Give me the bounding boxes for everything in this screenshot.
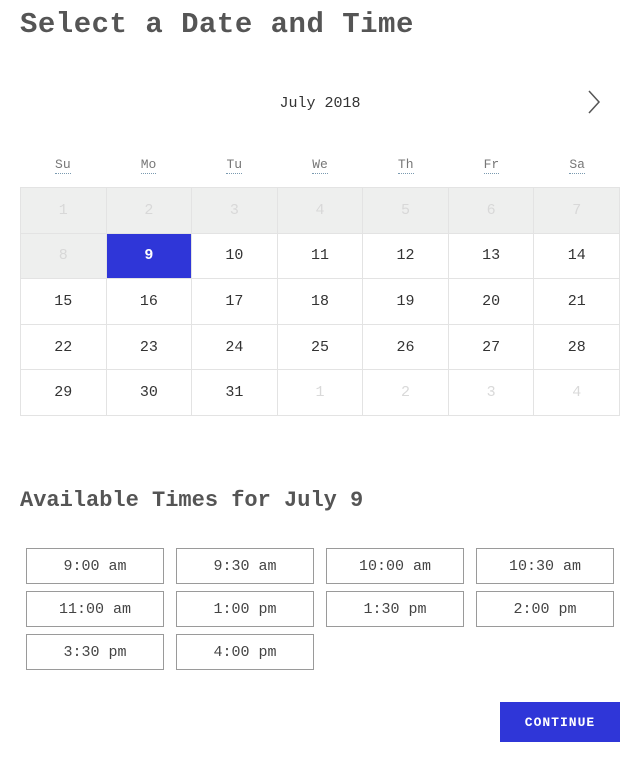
day-cell: 3 xyxy=(192,188,278,234)
day-cell[interactable]: 29 xyxy=(21,370,107,416)
time-slot-button[interactable]: 3:30 pm xyxy=(26,634,164,670)
day-cell: 1 xyxy=(277,370,364,416)
time-slot-button[interactable]: 9:00 am xyxy=(26,548,164,584)
day-cell: 5 xyxy=(363,188,449,234)
day-cell: 1 xyxy=(21,188,107,234)
time-slot-button[interactable]: 1:00 pm xyxy=(176,591,314,627)
time-slot-button[interactable]: 2:00 pm xyxy=(476,591,614,627)
weekday-text: Mo xyxy=(140,157,157,174)
day-cell[interactable]: 16 xyxy=(106,279,193,325)
day-cell[interactable]: 26 xyxy=(363,324,449,371)
day-cell[interactable]: 20 xyxy=(448,279,535,325)
day-cell[interactable]: 24 xyxy=(192,324,278,371)
weekday-text: We xyxy=(312,157,328,174)
day-cell[interactable]: 21 xyxy=(534,279,620,325)
day-cell: 2 xyxy=(106,188,193,234)
next-month-button[interactable] xyxy=(582,88,606,116)
time-slot-button[interactable]: 10:30 am xyxy=(476,548,614,584)
day-cell[interactable]: 17 xyxy=(192,279,278,325)
time-slot-button[interactable]: 11:00 am xyxy=(26,591,164,627)
time-slot-grid: 9:00 am 9:30 am 10:00 am 10:30 am 11:00 am 1:… xyxy=(26,548,614,670)
weekday-text: Tu xyxy=(226,157,243,174)
day-cell: 3 xyxy=(448,370,535,416)
time-slot-button[interactable]: 9:30 am xyxy=(176,548,314,584)
day-cell[interactable]: 23 xyxy=(106,324,193,371)
day-cell[interactable]: 14 xyxy=(534,233,620,280)
month-label: July 2018 xyxy=(279,95,361,112)
weekday-text: Fr xyxy=(483,157,500,174)
day-cell: 7 xyxy=(534,188,620,234)
time-slot-button[interactable]: 10:00 am xyxy=(326,548,464,584)
day-cell: 4 xyxy=(277,188,364,234)
weekday-label: We xyxy=(277,157,363,174)
day-cell[interactable]: 25 xyxy=(277,324,364,371)
weekday-text: Sa xyxy=(569,157,585,174)
day-cell: 2 xyxy=(363,370,449,416)
time-slot-button[interactable]: 4:00 pm xyxy=(176,634,314,670)
day-cell[interactable]: 19 xyxy=(363,279,449,325)
day-cell[interactable]: 22 xyxy=(21,324,107,371)
day-cell-selected[interactable]: 9 xyxy=(106,233,193,280)
day-cell: 6 xyxy=(448,188,535,234)
day-cell[interactable]: 18 xyxy=(277,279,364,325)
weekday-label: Sa xyxy=(534,157,620,174)
chevron-right-icon xyxy=(588,90,601,114)
day-cell: 8 xyxy=(21,233,107,280)
weekday-text: Su xyxy=(55,157,71,174)
day-cell: 4 xyxy=(534,370,620,416)
day-cell[interactable]: 13 xyxy=(448,233,535,280)
weekday-label: Tu xyxy=(191,157,277,174)
weekday-label: Su xyxy=(20,157,106,174)
weekday-label: Mo xyxy=(106,157,192,174)
weekday-label: Th xyxy=(363,157,449,174)
day-cell[interactable]: 15 xyxy=(21,279,107,325)
day-cell[interactable]: 11 xyxy=(277,233,364,280)
available-times-title: Available Times for July 9 xyxy=(20,488,364,513)
weekday-text: Th xyxy=(397,157,414,174)
day-cell[interactable]: 31 xyxy=(192,370,278,416)
day-cell[interactable]: 27 xyxy=(448,324,535,371)
day-cell[interactable]: 30 xyxy=(106,370,193,416)
weekday-header-row: Su Mo Tu We Th Fr Sa xyxy=(20,157,620,174)
day-cell[interactable]: 28 xyxy=(534,324,620,371)
continue-button[interactable]: CONTINUE xyxy=(500,702,620,742)
page-title: Select a Date and Time xyxy=(20,8,414,41)
day-cell[interactable]: 12 xyxy=(363,233,449,280)
weekday-label: Fr xyxy=(449,157,535,174)
month-header: July 2018 xyxy=(20,90,620,116)
time-slot-button[interactable]: 1:30 pm xyxy=(326,591,464,627)
calendar-grid: 1 2 3 4 5 6 7 8 9 10 11 12 13 14 15 16 17 18 19 20 21 22 23 24 2… xyxy=(20,187,620,416)
day-cell[interactable]: 10 xyxy=(192,233,278,280)
